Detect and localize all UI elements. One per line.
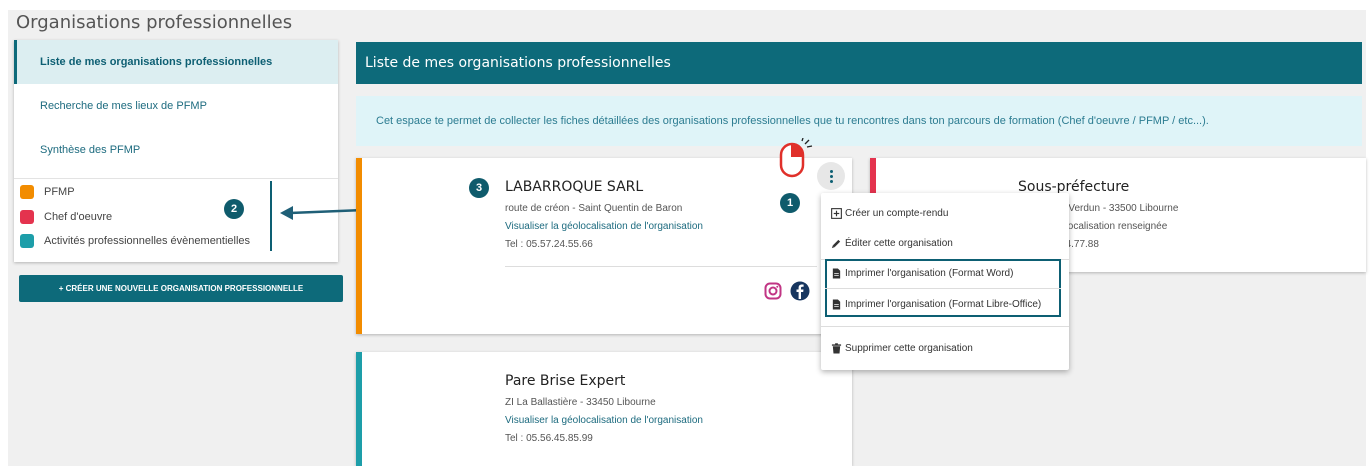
annotation-step-3: 3 xyxy=(469,178,489,198)
page-title: Organisations professionnelles xyxy=(16,12,293,33)
annotation-arrow xyxy=(280,206,365,220)
info-message: Cet espace te permet de collecter les fi… xyxy=(356,96,1362,146)
card-address: e Verdun - 33500 Libourne xyxy=(1060,203,1179,214)
card-title: LABARROQUE SARL xyxy=(505,179,644,195)
menu-item-label: Imprimer l'organisation (Format Word) xyxy=(845,268,1014,279)
organisation-actions-menu: Créer un compte-rendu Éditer cette organ… xyxy=(821,193,1069,370)
menu-divider xyxy=(821,326,1069,327)
menu-item-create-report[interactable]: Créer un compte-rendu xyxy=(831,208,948,219)
pencil-icon xyxy=(831,239,841,249)
trash-icon xyxy=(831,343,842,354)
card-address: ZI La Ballastière - 33450 Libourne xyxy=(505,397,656,408)
document-icon xyxy=(832,299,841,310)
menu-item-label: Supprimer cette organisation xyxy=(845,343,973,354)
card-accent xyxy=(356,158,362,334)
annotation-step-1: 1 xyxy=(780,193,800,213)
dot-icon xyxy=(829,179,833,183)
card-divider xyxy=(505,266,817,267)
menu-item-label: Imprimer l'organisation (Format Libre-Of… xyxy=(845,299,1042,310)
geolocation-link[interactable]: Visualiser la géolocalisation de l'organ… xyxy=(505,415,703,426)
dot-icon xyxy=(829,169,833,173)
create-organisation-button[interactable]: + CRÉER UNE NOUVELLE ORGANISATION PROFES… xyxy=(19,275,343,302)
card-geolocation-status: olocalisation renseignée xyxy=(1060,221,1168,232)
legend-item-activites: Activités professionnelles évènementiell… xyxy=(20,234,250,248)
dot-icon xyxy=(829,174,833,178)
menu-item-label: Éditer cette organisation xyxy=(845,238,953,249)
sidebar: Liste de mes organisations professionnel… xyxy=(14,40,338,262)
main-header: Liste de mes organisations professionnel… xyxy=(356,42,1362,84)
activites-swatch xyxy=(20,234,34,248)
legend-item-pfmp: PFMP xyxy=(20,185,75,199)
menu-item-edit[interactable]: Éditer cette organisation xyxy=(831,238,953,249)
sidebar-item-synthese[interactable]: Synthèse des PFMP xyxy=(14,128,338,172)
menu-item-print-libre-office[interactable]: Imprimer l'organisation (Format Libre-Of… xyxy=(831,299,1041,310)
legend-label: Chef d'oeuvre xyxy=(44,211,113,223)
menu-divider xyxy=(825,288,1061,289)
mouse-click-icon xyxy=(779,138,813,178)
card-address: route de créon - Saint Quentin de Baron xyxy=(505,203,683,214)
card-phone: Tel : 05.57.24.55.66 xyxy=(505,239,593,250)
legend-annotation-bar xyxy=(270,181,272,251)
menu-item-print-word[interactable]: Imprimer l'organisation (Format Word) xyxy=(831,268,1013,279)
card-title: Pare Brise Expert xyxy=(505,373,626,389)
plus-square-icon xyxy=(831,208,842,219)
legend-label: Activités professionnelles évènementiell… xyxy=(44,235,251,247)
card-accent xyxy=(356,352,362,466)
legend-label: PFMP xyxy=(44,186,75,198)
instagram-icon[interactable] xyxy=(764,282,782,300)
sidebar-item-recherche[interactable]: Recherche de mes lieux de PFMP xyxy=(14,84,338,128)
chef-oeuvre-swatch xyxy=(20,210,34,224)
sidebar-item-liste[interactable]: Liste de mes organisations professionnel… xyxy=(14,40,338,84)
organisation-card: Pare Brise Expert ZI La Ballastière - 33… xyxy=(356,352,852,466)
pfmp-swatch xyxy=(20,185,34,199)
menu-item-label: Créer un compte-rendu xyxy=(845,208,949,219)
geolocation-link[interactable]: Visualiser la géolocalisation de l'organ… xyxy=(505,221,703,232)
document-icon xyxy=(832,268,841,279)
menu-item-delete[interactable]: Supprimer cette organisation xyxy=(831,343,973,354)
facebook-icon[interactable] xyxy=(790,281,810,301)
organisation-card: LABARROQUE SARL route de créon - Saint Q… xyxy=(356,158,852,334)
card-phone: Tel : 05.56.45.85.99 xyxy=(505,433,593,444)
more-options-button[interactable] xyxy=(817,162,845,190)
legend-item-chef-oeuvre: Chef d'oeuvre xyxy=(20,210,112,224)
annotation-step-2: 2 xyxy=(224,199,244,219)
